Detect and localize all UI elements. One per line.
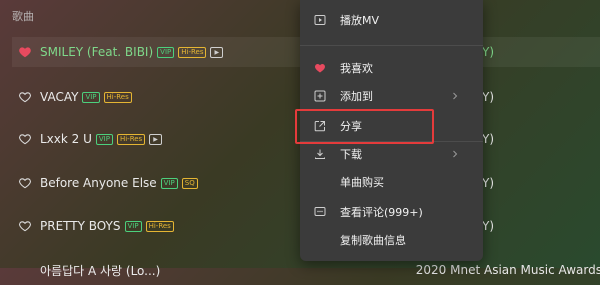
menu-item-add-to[interactable]: 添加到 <box>300 82 483 110</box>
play-mv-icon <box>314 15 326 25</box>
column-header-songs: 歌曲 <box>12 10 34 23</box>
song-title[interactable]: VACAY <box>40 90 78 104</box>
hires-badge: Hi-Res <box>116 133 146 145</box>
menu-item-label: 添加到 <box>340 90 373 103</box>
menu-item-label: 单曲购买 <box>340 176 384 189</box>
mv-badge[interactable]: ▶ <box>149 133 162 145</box>
heart-outline-icon[interactable] <box>18 219 32 233</box>
album-name[interactable]: 2020 Mnet Asian Music Awards <box>416 263 600 277</box>
menu-item-label: 我喜欢 <box>340 62 373 75</box>
menu-item-play-mv[interactable]: 播放MV <box>300 6 483 34</box>
menu-item-buy-single[interactable]: 单曲购买 <box>300 168 483 196</box>
hires-badge: Hi-Res <box>178 46 207 58</box>
heart-outline-icon[interactable] <box>18 132 32 146</box>
heart-icon <box>315 64 325 73</box>
song-title[interactable]: SMILEY (Feat. BIBI) <box>40 45 153 59</box>
mv-badge[interactable]: ▶ <box>210 46 224 58</box>
chevron-right-icon <box>453 150 458 158</box>
vip-badge: VIP <box>82 91 100 103</box>
heart-filled-icon[interactable] <box>18 45 32 59</box>
menu-item-label: 播放MV <box>340 14 380 27</box>
menu-divider <box>300 45 483 46</box>
menu-item-comments[interactable]: 查看评论(999+) <box>300 198 483 226</box>
hires-badge: Hi-Res <box>103 91 132 103</box>
menu-item-label: 复制歌曲信息 <box>340 234 406 247</box>
add-icon <box>314 90 326 102</box>
sq-badge: SQ <box>181 177 198 189</box>
share-highlight-box <box>295 109 434 144</box>
vip-badge: VIP <box>95 133 113 145</box>
hires-badge: Hi-Res <box>145 220 174 232</box>
menu-item-download[interactable]: 下载 <box>300 140 483 168</box>
vip-badge: VIP <box>157 46 175 58</box>
menu-item-label: 查看评论(999+) <box>340 206 423 219</box>
menu-item-label: 下载 <box>340 148 362 161</box>
song-title[interactable]: Before Anyone Else <box>40 176 157 190</box>
heart-outline-icon[interactable] <box>18 90 32 104</box>
heart-outline-icon[interactable] <box>18 176 32 190</box>
song-title[interactable]: PRETTY BOYS <box>40 219 121 233</box>
menu-item-like[interactable]: 我喜欢 <box>300 54 483 82</box>
vip-badge: VIP <box>160 177 178 189</box>
menu-item-copy-info[interactable]: 复制歌曲信息 <box>300 226 483 254</box>
song-title[interactable]: 아름답다 A 사랑 (Lo...) <box>40 262 160 279</box>
vip-badge: VIP <box>124 220 142 232</box>
comment-icon <box>314 207 326 216</box>
song-title[interactable]: Lxxk 2 U <box>40 132 92 146</box>
chevron-right-icon <box>453 92 458 100</box>
download-icon <box>315 149 325 159</box>
